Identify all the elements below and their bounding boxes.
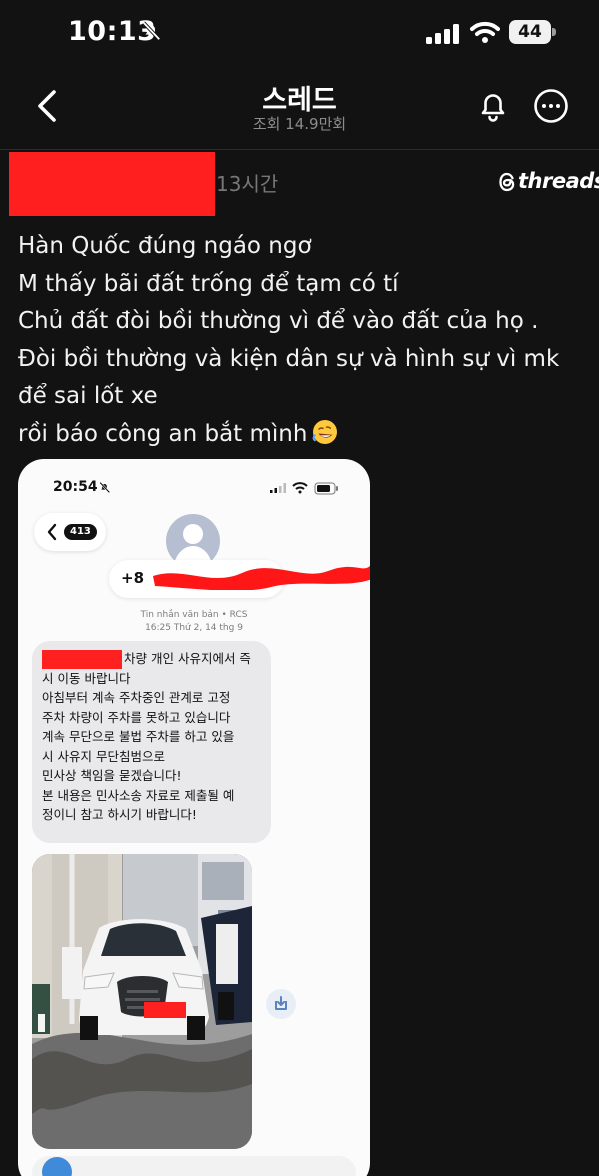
message-bubble[interactable]: 차량 개인 사유지에서 즉 시 이동 바랍니다 아침부터 계속 주차중인 관계로…: [32, 641, 271, 843]
rolling-on-floor-laughing-icon: [313, 419, 338, 444]
more-options-icon[interactable]: [533, 88, 569, 124]
post-line-with-emoji: rồi báo công an bắt mình: [18, 416, 588, 454]
car-photo[interactable]: [32, 854, 252, 1149]
threads-post-screen: 10:13 44 스레드 조회 14.9만회 13시간 threads Hàn …: [0, 0, 599, 1176]
battery-icon: [314, 482, 338, 495]
threads-wordmark: threads: [518, 169, 599, 193]
message-line: 아침부터 계속 주차중인 관계로 고정: [42, 690, 231, 705]
message-type: Tin nhắn văn bản • RCS: [140, 610, 248, 620]
threads-logo-icon: [499, 172, 515, 192]
battery-level: 44: [509, 20, 551, 44]
screenshot-status-time: 20:54: [53, 479, 98, 495]
mute-bell-icon: [99, 481, 111, 494]
message-composer-bar[interactable]: [32, 1156, 356, 1176]
status-bar: 10:13 44: [0, 0, 599, 64]
sender-name-redaction: [42, 650, 122, 669]
cellular-signal-icon: [270, 483, 286, 493]
download-button[interactable]: [266, 989, 296, 1019]
messages-back-button[interactable]: 413: [34, 513, 106, 551]
mute-bell-icon: [142, 21, 161, 41]
post-line: M thấy bãi đất trống để tạm có tí: [18, 270, 399, 297]
threads-logo: threads: [497, 169, 599, 194]
phone-number-scribble-redaction: [153, 566, 370, 590]
message-date: 16:25 Thứ 2, 14 thg 9: [145, 623, 243, 633]
post-line: Hàn Quốc đúng ngáo ngơ: [18, 233, 312, 259]
back-arrow-icon: [47, 523, 57, 541]
battery-cap: [552, 28, 556, 36]
message-line: 시 이동 바랍니다: [42, 670, 131, 686]
view-count: 조회 14.9만회: [252, 115, 347, 133]
post-text: Hàn Quốc đúng ngáo ngơ M thấy bãi đất tr…: [18, 228, 588, 453]
post-line: rồi báo công an bắt mình: [18, 420, 308, 447]
download-icon: [275, 996, 287, 1010]
cellular-signal-icon: [426, 24, 459, 44]
post-time: 13시간: [216, 172, 279, 196]
message-meta: Tin nhắn văn bản • RCS 16:25 Thứ 2, 14 t…: [18, 609, 370, 635]
message-line: 민사상 책임을 묻겠습니다!: [42, 768, 182, 783]
wifi-icon: [292, 482, 308, 494]
message-line: 정이니 참고 하시기 바랍니다!: [42, 807, 197, 822]
post-line: Đòi bồi thường và kiện dân sự và hình sự…: [18, 345, 560, 410]
author-name-redaction: [9, 152, 215, 216]
message-line: 본 내용은 민사소송 자료로 제출될 예: [42, 787, 235, 803]
notification-bell-icon[interactable]: [477, 88, 509, 124]
battery-indicator: 44: [509, 20, 557, 44]
message-line: 주차 차량이 주차를 못하고 있습니다: [42, 709, 231, 725]
page-title: 스레드: [262, 85, 337, 116]
thread-header: 스레드 조회 14.9만회: [0, 64, 599, 150]
contact-number-pill[interactable]: +8: [109, 560, 370, 598]
parked-white-suv-image: [32, 854, 252, 1149]
contact-number-prefix: +8: [121, 569, 145, 587]
unread-count-badge: 413: [64, 524, 97, 540]
embedded-message-screenshot[interactable]: 20:54 413 +8 Tin nhắn văn bản • RCS 16:2…: [18, 459, 370, 1176]
post-line: Chủ đất đòi bồi thường vì để vào đất của…: [18, 308, 539, 334]
wifi-icon: [470, 21, 500, 43]
message-line: 계속 무단으로 불법 주차를 하고 있을: [42, 729, 235, 744]
message-line: 시 사유지 무단침범으로: [42, 748, 165, 764]
